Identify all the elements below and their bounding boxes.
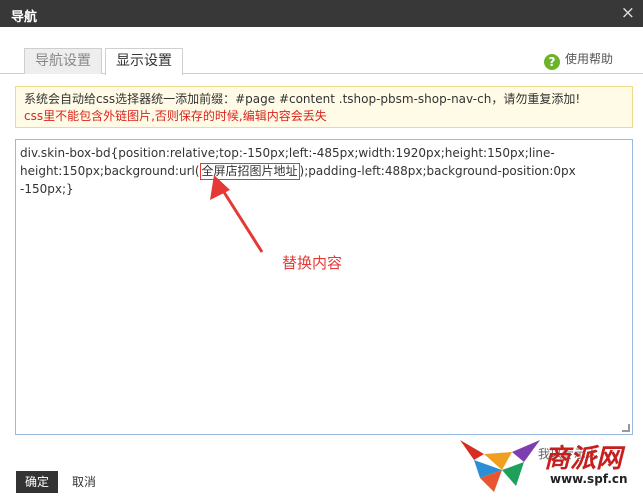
question-icon: ?	[543, 54, 560, 70]
code-highlight: 全屏店招图片地址	[199, 163, 300, 180]
tab-display-settings[interactable]: 显示设置	[105, 48, 183, 75]
ok-button[interactable]: 确定	[16, 471, 58, 493]
dialog-titlebar: 导航 ×	[0, 0, 643, 27]
watermark-brand: 商派网	[544, 444, 623, 474]
notice-line-warning: css里不能包含外链图片,否则保存的时候,编辑内容会丢失	[24, 109, 327, 123]
tab-nav-settings[interactable]: 导航设置	[24, 48, 102, 74]
help-label: 使用帮助	[564, 52, 613, 66]
dialog-title: 导航	[11, 10, 38, 25]
watermark-site: www.spf.cn	[550, 472, 628, 486]
css-editor[interactable]: div.skin-box-bd{position:relative;top:-1…	[15, 139, 633, 435]
watermark-logo: 商派网 www.spf.cn	[454, 432, 636, 496]
close-icon[interactable]: ×	[621, 3, 635, 23]
cancel-button[interactable]: 取消	[64, 471, 104, 493]
help-link[interactable]: ? 使用帮助	[543, 50, 613, 70]
bull-icon	[460, 440, 540, 492]
notice-line-prefix: 系统会自动给css选择器统一添加前缀：#page #content .tshop…	[24, 92, 581, 106]
resize-handle[interactable]	[622, 424, 630, 432]
annotation-label: 替换内容	[282, 254, 343, 272]
notice-box: 系统会自动给css选择器统一添加前缀：#page #content .tshop…	[15, 86, 633, 128]
